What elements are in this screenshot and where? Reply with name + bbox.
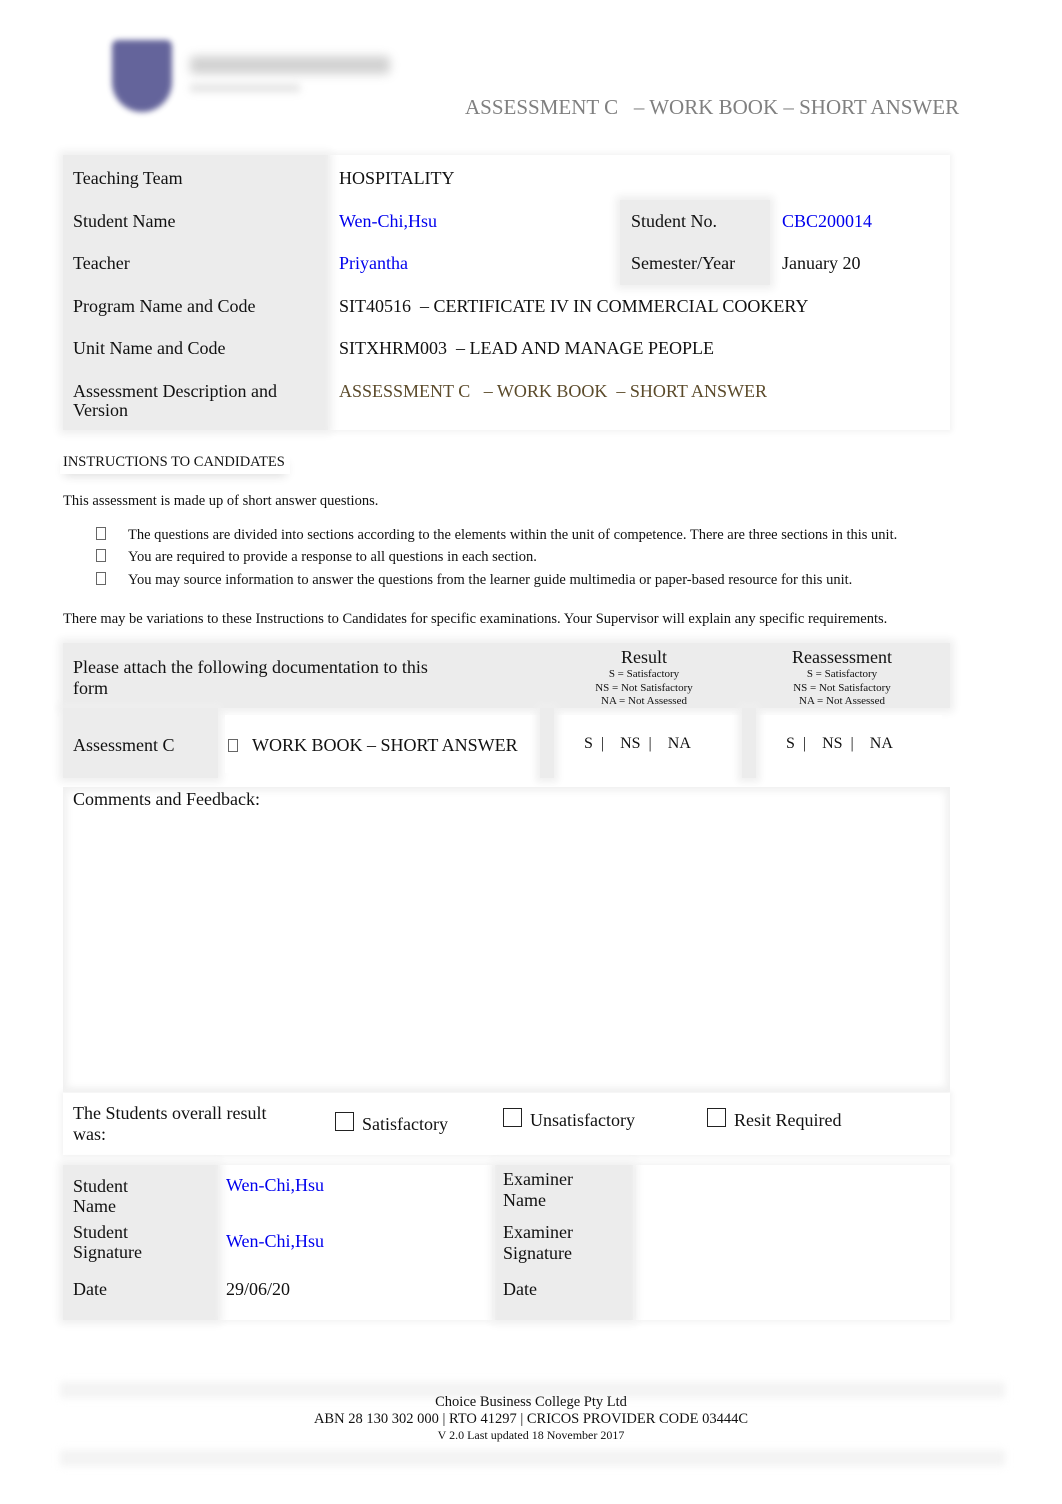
teaching-team-label: Teaching Team (73, 168, 183, 188)
attachment-header: Please attach the following documentatio… (73, 657, 428, 698)
semester-year-value: January 20 (782, 253, 861, 273)
logo-wordmark (190, 56, 390, 74)
instruction-bullet: You are required to provide a response t… (96, 549, 537, 566)
result-header: Result S = Satisfactory NS = Not Satisfa… (595, 647, 693, 707)
instructions-intro: This assessment is made up of short answ… (63, 493, 379, 509)
program-label: Program Name and Code (73, 296, 256, 316)
teaching-team-value: HOSPITALITY (339, 168, 455, 188)
student-no-label: Student No. (631, 211, 718, 231)
bullet-icon (96, 549, 106, 562)
examiner-name-field[interactable] (645, 1175, 940, 1211)
examiner-date-label: Date (503, 1279, 537, 1299)
checkbox-icon[interactable] (503, 1108, 522, 1127)
bullet-icon (96, 572, 106, 585)
footer-registration: ABN 28 130 302 000 | RTO 41297 | CRICOS … (313, 1411, 749, 1427)
unsatisfactory-option[interactable]: Unsatisfactory (503, 1108, 635, 1130)
student-name-label: Student Name (73, 211, 176, 231)
logo-tagline (190, 84, 300, 92)
footer-company: Choice Business College Pty Ltd (435, 1394, 627, 1410)
student-date-value[interactable]: 29/06/20 (226, 1279, 290, 1299)
examiner-signature-field[interactable] (645, 1228, 940, 1264)
student-name-sig-label: Student Name (73, 1176, 129, 1216)
instruction-bullet: You may source information to answer the… (96, 572, 852, 589)
bullet-icon (96, 527, 106, 540)
instruction-bullet: The questions are divided into sections … (96, 527, 897, 544)
comments-box[interactable] (63, 787, 950, 1092)
instructions-note: There may be variations to these Instruc… (63, 611, 888, 627)
overall-result-label: The Students overall result was: (73, 1103, 267, 1144)
satisfactory-option[interactable]: Satisfactory (335, 1112, 448, 1134)
reassessment-header: Reassessment S = Satisfactory NS = Not S… (792, 647, 892, 707)
examiner-date-field[interactable] (645, 1279, 940, 1309)
student-no-value[interactable]: CBC200014 (782, 211, 872, 231)
resit-required-option[interactable]: Resit Required (707, 1108, 841, 1130)
student-name-value[interactable]: Wen-Chi,Hsu (339, 211, 437, 231)
program-value: SIT40516 – CERTIFICATE IV IN COMMERCIAL … (339, 296, 809, 316)
checkbox-icon[interactable] (707, 1108, 726, 1127)
shield-logo-icon (112, 40, 172, 112)
teacher-value[interactable]: Priyantha (339, 253, 408, 273)
student-signature-value[interactable]: Wen-Chi,Hsu (226, 1231, 324, 1251)
assessment-c-label: Assessment C (73, 735, 175, 755)
student-signature-label: Student Signature (73, 1222, 142, 1262)
result-options[interactable]: S | NS | NA (584, 734, 691, 754)
assessment-description-value: ASSESSMENT C – WORK BOOK – SHORT ANSWER (339, 381, 767, 401)
reassessment-options[interactable]: S | NS | NA (786, 734, 893, 754)
checkbox-icon[interactable] (335, 1112, 354, 1131)
page-title: ASSESSMENT C – WORK BOOK – SHORT ANSWER (465, 95, 960, 119)
examiner-name-label: Examiner Name (503, 1169, 573, 1210)
unit-value: SITXHRM003 – LEAD AND MANAGE PEOPLE (339, 338, 715, 358)
student-date-label: Date (73, 1279, 107, 1299)
instructions-heading: INSTRUCTIONS TO CANDIDATES (63, 454, 285, 470)
examiner-signature-label: Examiner Signature (503, 1222, 573, 1263)
footer-version: V 2.0 Last updated 18 November 2017 (437, 1428, 625, 1442)
comments-label: Comments and Feedback: (73, 789, 260, 809)
unit-label: Unit Name and Code (73, 338, 226, 358)
student-name-sig-value[interactable]: Wen-Chi,Hsu (226, 1175, 324, 1195)
assessment-description-label: Assessment Description and Version (73, 381, 277, 420)
assessment-c-item: WORK BOOK – SHORT ANSWER (228, 735, 518, 755)
teacher-label: Teacher (73, 253, 130, 273)
bullet-icon (228, 739, 238, 752)
semester-year-label: Semester/Year (631, 253, 736, 273)
